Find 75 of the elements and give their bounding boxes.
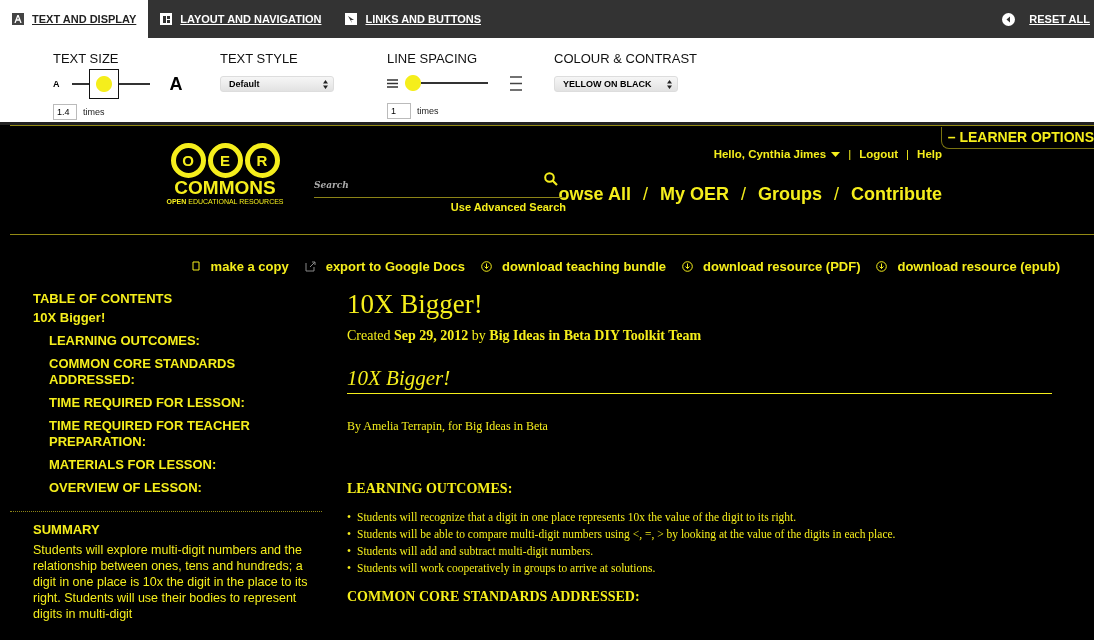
large-text-glyph: A [169,73,183,95]
letter-icon [12,13,24,25]
slider-thumb[interactable] [404,75,421,92]
separator: / [833,184,840,205]
settings-tab[interactable]: TEXT AND DISPLAY [0,0,149,38]
setting-title: LINE SPACING [387,51,479,66]
byline: Created Sep 29, 2012 by Big Ideas in Beta DIY Toolkit Team [347,328,703,344]
learner-options-tab[interactable]: – LEARNER OPTIONS [940,127,1094,149]
summary-text: Students will explore multi-digit numbers and the relationship between ones, tens and hundreds; a digit in one place is 10x the digit in the place to its right. Students will use their bodies to represent digits in multi-digit [32,542,309,622]
layout-icon [160,13,173,25]
updown-arrows-icon [667,79,672,89]
dense-lines-icon [387,78,398,88]
action-link[interactable]: download resource (epub) [876,249,1060,283]
toc-title: TABLE OF CONTENTS [32,290,174,306]
setting-title: TEXT SIZE [53,51,120,66]
separator: | [905,148,911,160]
author-line: By Amelia Terrapin, for Big Ideas in Beta [347,419,549,434]
small-text-glyph: A [53,79,60,89]
toc-link[interactable]: MATERIALS FOR LESSON: [10,454,322,476]
bullet-marker: • [347,561,352,576]
action-link[interactable]: export to Google Docs [304,249,466,283]
action-link[interactable]: make a copy [191,249,289,283]
action-link[interactable]: download teaching bundle [481,249,666,283]
nav-link[interactable]: Contribute [851,184,942,205]
download-icon [682,260,693,272]
bullet-text: Students will add and subtract multi-digit numbers. [357,544,594,560]
unit-label: times [417,106,439,117]
download-icon [481,260,493,272]
setting-title: TEXT STYLE [220,51,299,66]
action-link[interactable]: download resource (PDF) [682,249,861,283]
user-menu[interactable]: Hello, Cynthia Jimes [713,148,841,160]
nav-link[interactable]: Help [917,148,942,160]
toc-link[interactable]: TIME REQUIRED FOR LESSON: [10,392,322,414]
sparse-lines-icon [510,75,522,91]
toc-link[interactable]: TIME REQUIRED FOR TEACHER PREPARATION: [10,415,322,453]
reset-all-link[interactable]: RESET ALL [1002,0,1090,38]
external-link-icon [304,260,316,272]
text-style-select[interactable]: Default [220,76,334,92]
separator: | [847,148,853,160]
unit-label: times [83,107,105,117]
nav-link[interactable]: Groups [758,184,822,205]
toc-link[interactable]: COMMON CORE STANDARDS ADDRESSED: [10,353,322,391]
toc-link[interactable]: OVERVIEW OF LESSON: [10,477,322,499]
advanced-search-link[interactable]: Use Advanced Search [450,201,566,213]
section-heading: COMMON CORE STANDARDS ADDRESSED: [347,589,641,605]
section-heading: LEARNING OUTCOMES: [347,481,514,497]
toc-link[interactable]: 10X Bigger! [10,307,322,329]
separator: / [641,184,649,205]
setting-title: COLOUR & CONTRAST [554,51,698,66]
toc-link[interactable]: LEARNING OUTCOMES: [10,330,322,352]
search-icon[interactable] [544,172,558,186]
slider-thumb[interactable] [89,69,120,99]
settings-tab[interactable]: LAYOUT AND NAVIGATION [148,0,334,38]
nav-link[interactable]: Logout [859,148,899,160]
bullet-text: Students will work cooperatively in groups to arrive at solutions. [357,561,656,577]
colour-select[interactable]: YELLOW ON BLACK [554,76,678,92]
article-title: 10X Bigger! [347,289,484,320]
bullet-text: Students will be able to compare multi-digit numbers using <, =, > by looking at the value of the digits in each place. [357,527,896,543]
cursor-icon [345,13,358,25]
settings-tab[interactable]: LINKS AND BUTTONS [333,0,493,38]
separator: / [739,184,747,205]
download-icon [876,260,888,272]
summary-title: SUMMARY [32,521,101,539]
bullet-text: Students will recognize that a digit in one place represents 10x the value of the digit to its right. [357,510,797,526]
nav-link[interactable]: My OER [659,184,729,205]
bullet-marker: • [347,510,352,525]
copy-icon [191,261,201,271]
caret-icon [831,151,841,157]
back-icon [1002,12,1016,26]
bullet-marker: • [347,544,352,559]
spacing-input[interactable]: 1 [387,103,411,120]
size-input[interactable]: 1.4 [53,104,77,120]
updown-arrows-icon [323,79,328,89]
section-title: 10X Bigger! [347,366,1052,394]
bullet-marker: • [347,527,352,542]
